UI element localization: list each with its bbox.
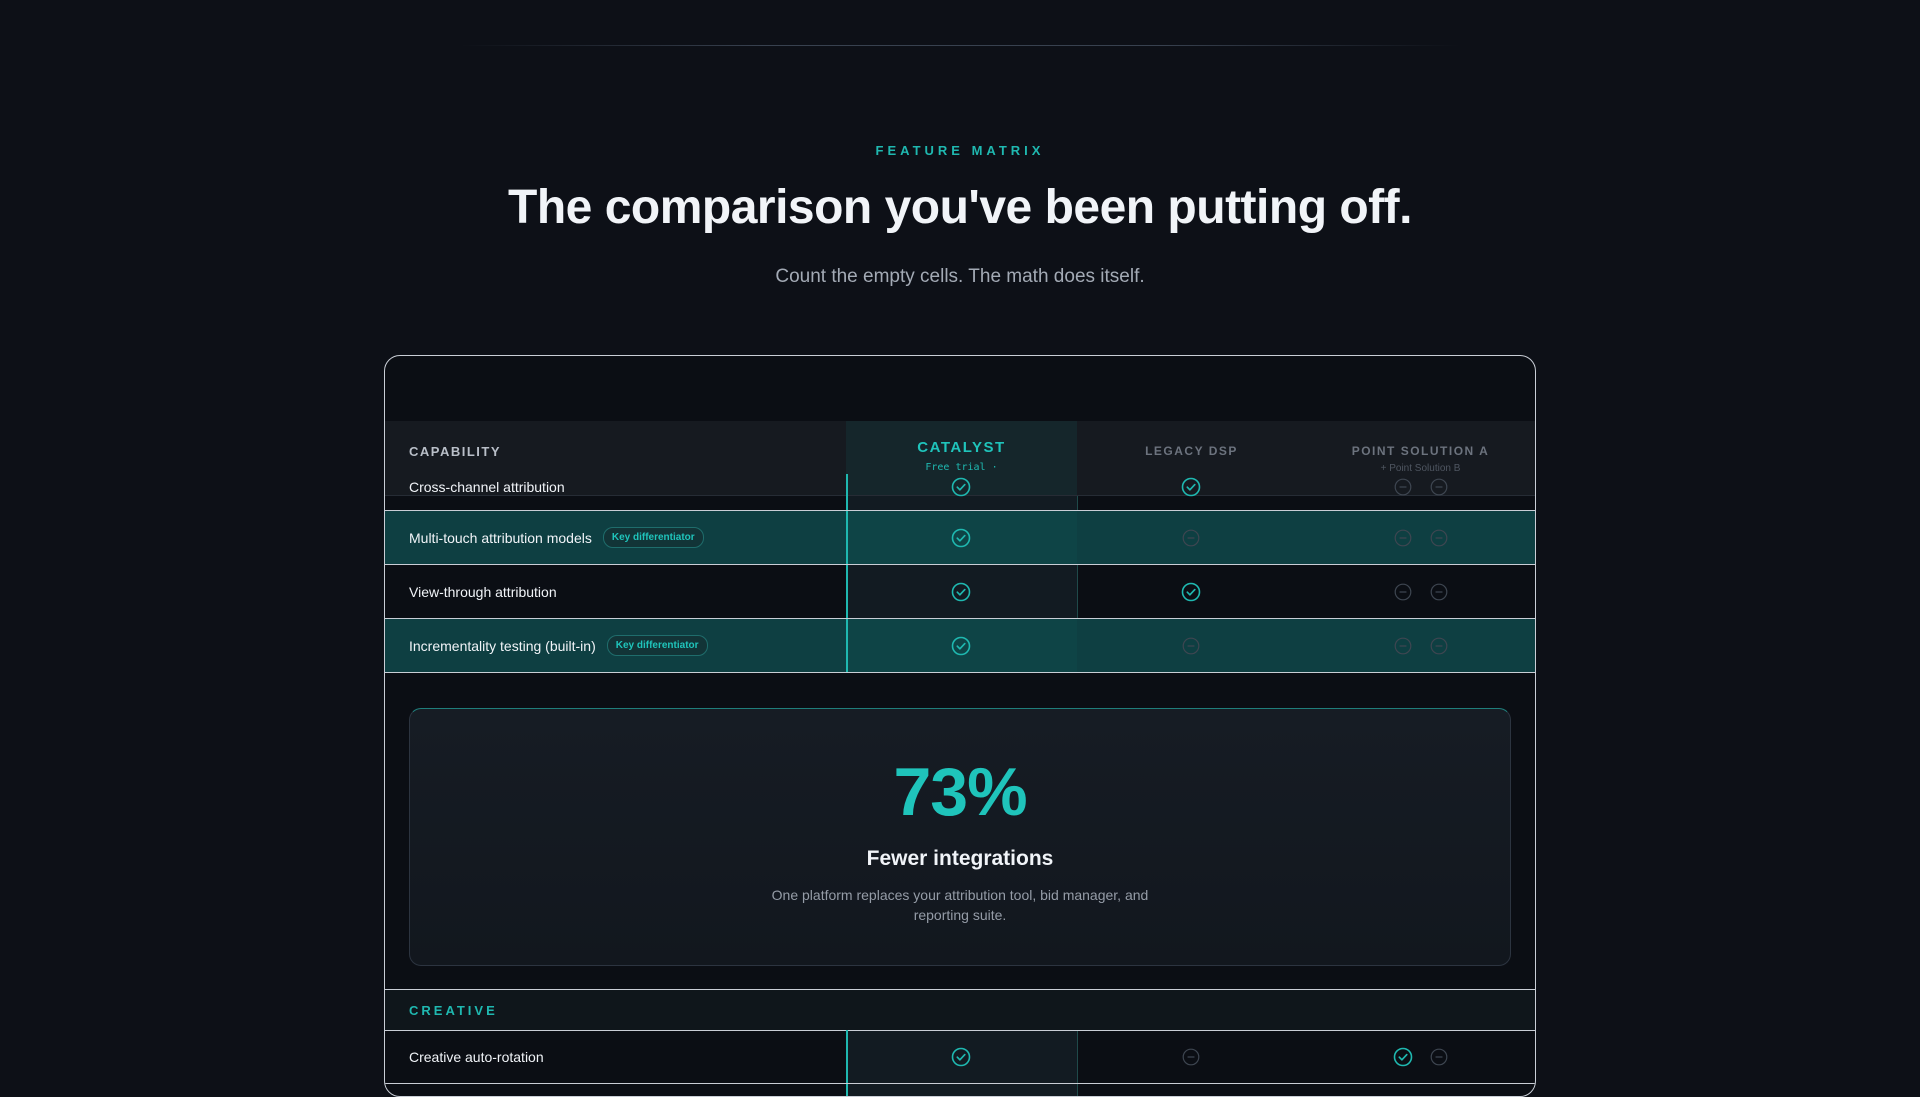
point-solution-header: POINT SOLUTION A + Point Solution B — [1306, 444, 1535, 474]
point-solution-header-name: POINT SOLUTION A — [1351, 444, 1490, 458]
table-row: Cross-channel attribution — [385, 474, 1535, 511]
capability-name: Creative auto-rotation — [409, 1048, 544, 1065]
stat-description: One platform replaces your attribution t… — [771, 887, 1149, 923]
table-row: Creative auto-rotation — [385, 1030, 1535, 1084]
comparison-table: CAPABILITY CATALYST Free trial · LEGACY … — [384, 355, 1536, 1097]
stat-title: Fewer integrations — [866, 847, 1054, 870]
page-subtitle: Count the empty cells. The math does its… — [775, 266, 1145, 287]
dash-circle-icon — [1429, 1047, 1449, 1067]
capability-name: View-through attribution — [409, 583, 557, 600]
dash-circle-icon — [1429, 528, 1449, 548]
stat-card: 73% Fewer integrations One platform repl… — [409, 708, 1511, 966]
check-circle-icon — [951, 636, 971, 656]
dash-circle-icon — [1429, 477, 1449, 497]
dash-circle-icon — [1393, 636, 1413, 656]
row-label: View-through attribution — [409, 565, 557, 618]
table-row-highlighted: Multi-touch attribution models Key diffe… — [385, 511, 1535, 565]
section-eyebrow: FEATURE MATRIX — [875, 143, 1045, 158]
point-solution-header-sub: + Point Solution B — [1380, 463, 1461, 474]
dash-circle-icon — [1429, 582, 1449, 602]
check-circle-icon — [951, 1047, 971, 1067]
page-title: The comparison you've been putting off. — [508, 181, 1412, 234]
check-circle-icon — [1181, 477, 1201, 497]
capability-name: Multi-touch attribution models — [409, 529, 592, 546]
legacy-dsp-header: LEGACY DSP — [1145, 444, 1238, 458]
dash-circle-icon — [1181, 636, 1201, 656]
capability-name: Incrementality testing (built-in) — [409, 637, 596, 654]
capability-header: CAPABILITY — [409, 444, 502, 459]
top-divider — [460, 45, 1460, 46]
key-differentiator-badge: Key differentiator — [606, 635, 708, 656]
table-row-highlighted: Incrementality testing (built-in) Key di… — [385, 619, 1535, 673]
section-header-creative: CREATIVE — [385, 989, 1535, 1031]
row-label: Creative auto-rotation — [409, 1030, 544, 1083]
table-row: View-through attribution — [385, 565, 1535, 619]
dash-circle-icon — [1429, 636, 1449, 656]
check-circle-icon — [951, 528, 971, 548]
key-differentiator-badge: Key differentiator — [602, 527, 704, 548]
check-circle-icon — [951, 477, 971, 497]
check-circle-icon — [951, 582, 971, 602]
dash-circle-icon — [1393, 582, 1413, 602]
row-label: Multi-touch attribution models Key diffe… — [409, 511, 704, 564]
row-label: Incrementality testing (built-in) Key di… — [409, 619, 708, 672]
dash-circle-icon — [1393, 528, 1413, 548]
check-circle-icon — [1393, 1047, 1413, 1067]
section-label: CREATIVE — [409, 1003, 498, 1018]
stat-value: 73% — [893, 754, 1027, 830]
dash-circle-icon — [1181, 1047, 1201, 1067]
dash-circle-icon — [1181, 528, 1201, 548]
capability-name: Cross-channel attribution — [409, 479, 565, 495]
row-label: Cross-channel attribution — [409, 474, 565, 515]
dash-circle-icon — [1393, 477, 1413, 497]
check-circle-icon — [1181, 582, 1201, 602]
catalyst-header-name: CATALYST — [917, 439, 1006, 456]
catalyst-free-trial[interactable]: Free trial · — [846, 462, 1077, 473]
